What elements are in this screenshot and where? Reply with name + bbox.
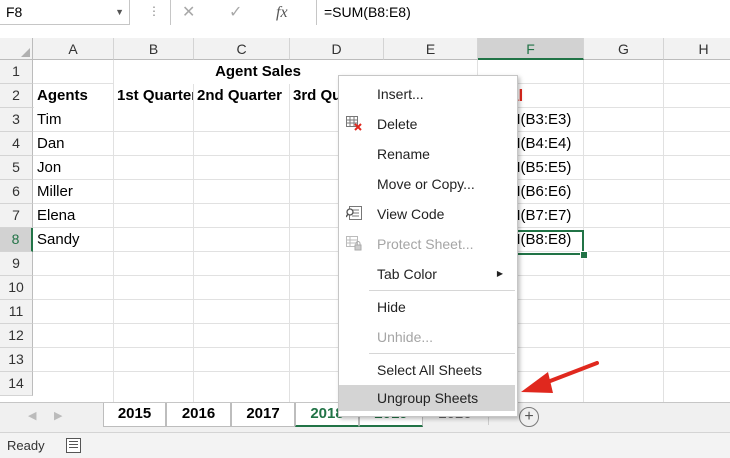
row-header-9[interactable]: 9 — [0, 252, 33, 276]
column-header-a[interactable]: A — [33, 38, 114, 60]
menu-item-view-code[interactable]: View Code — [339, 201, 515, 227]
menu-item-hide[interactable]: Hide — [339, 294, 515, 320]
name-box[interactable]: F8 ▼ — [0, 0, 130, 25]
row-header-5[interactable]: 5 — [0, 156, 33, 180]
total-formula-cell[interactable]: M(B6:E6) — [508, 180, 584, 204]
agent-cell[interactable]: Elena — [34, 204, 113, 228]
row-header-4[interactable]: 4 — [0, 132, 33, 156]
fill-handle[interactable] — [580, 251, 588, 259]
plus-icon: + — [524, 408, 534, 425]
column-header-g[interactable]: G — [584, 38, 664, 60]
menu-item-label: Tab Color — [377, 266, 437, 282]
insert-function-icon[interactable]: fx — [276, 0, 288, 25]
menu-item-unhide: Unhide... — [339, 324, 515, 350]
scroll-tabs-left-icon[interactable]: ◀ — [28, 409, 36, 422]
sheet-context-menu: Insert... Delete Rename Move or Copy... … — [338, 75, 518, 417]
menu-item-label: Hide — [377, 299, 406, 315]
row-header-12[interactable]: 12 — [0, 324, 33, 348]
header-q2[interactable]: 2nd Quarter — [194, 84, 289, 108]
view-code-icon — [346, 206, 362, 220]
formula-bar: F8 ▼ ⋮ ✕ ✓ fx =SUM(B8:E8) — [0, 0, 730, 39]
row-header-1[interactable]: 1 — [0, 60, 33, 84]
agent-cell[interactable]: Sandy — [34, 228, 113, 252]
menu-item-label: Move or Copy... — [377, 176, 475, 192]
total-formula-cell[interactable]: M(B5:E5) — [508, 156, 584, 180]
row-header-11[interactable]: 11 — [0, 300, 33, 324]
agent-cell[interactable]: Dan — [34, 132, 113, 156]
row-header-2[interactable]: 2 — [0, 84, 33, 108]
row-header-3[interactable]: 3 — [0, 108, 33, 132]
gridline — [113, 60, 114, 402]
new-sheet-button[interactable]: + — [519, 407, 539, 427]
header-agents[interactable]: Agents — [34, 84, 113, 108]
column-header-h[interactable]: H — [664, 38, 730, 60]
sheet-tab-2017[interactable]: 2017 — [231, 403, 295, 427]
menu-item-label: Insert... — [377, 86, 424, 102]
protect-sheet-icon — [346, 236, 362, 251]
agent-cell[interactable]: Miller — [34, 180, 113, 204]
menu-item-tab-color[interactable]: Tab Color ▶ — [339, 261, 515, 287]
agent-cell[interactable]: Tim — [34, 108, 113, 132]
scroll-tabs-right-icon[interactable]: ▶ — [54, 409, 62, 422]
sheet-tab-2015[interactable]: 2015 — [103, 403, 166, 427]
row-header-7[interactable]: 7 — [0, 204, 33, 228]
status-ready: Ready — [7, 438, 45, 453]
name-box-value: F8 — [6, 4, 23, 20]
column-header-d[interactable]: D — [290, 38, 384, 60]
macro-recording-icon[interactable] — [66, 438, 81, 453]
total-formula-cell[interactable]: M(B3:E3) — [508, 108, 584, 132]
enter-icon[interactable]: ✓ — [229, 0, 242, 25]
column-header-f[interactable]: F — [478, 38, 584, 60]
status-bar: Ready — [0, 432, 730, 458]
column-header-b[interactable]: B — [114, 38, 194, 60]
formula-input[interactable]: =SUM(B8:E8) — [316, 0, 730, 25]
menu-divider — [369, 290, 515, 291]
menu-item-move-or-copy[interactable]: Move or Copy... — [339, 171, 515, 197]
select-all-icon — [21, 48, 30, 57]
menu-item-label: Protect Sheet... — [377, 236, 474, 252]
column-header-c[interactable]: C — [194, 38, 290, 60]
row-header-6[interactable]: 6 — [0, 180, 33, 204]
menu-item-label: Rename — [377, 146, 430, 162]
menu-item-label: Delete — [377, 116, 418, 132]
menu-divider — [369, 353, 515, 354]
delete-sheet-icon — [346, 116, 362, 131]
menu-item-label: Unhide... — [377, 329, 434, 345]
menu-item-insert[interactable]: Insert... — [339, 81, 515, 107]
total-formula-cell[interactable]: M(B4:E4) — [508, 132, 584, 156]
menu-item-protect-sheet: Protect Sheet... — [339, 231, 515, 257]
header-q1[interactable]: 1st Quarter — [114, 84, 193, 108]
row-header-14[interactable]: 14 — [0, 372, 33, 396]
column-header-e[interactable]: E — [384, 38, 478, 60]
gridline — [193, 60, 194, 402]
agent-cell[interactable]: Jon — [34, 156, 113, 180]
chevron-down-icon[interactable]: ▼ — [115, 0, 124, 25]
row-header-8[interactable]: 8 — [0, 228, 33, 252]
menu-item-delete[interactable]: Delete — [339, 111, 515, 137]
submenu-arrow-icon: ▶ — [496, 269, 503, 278]
menu-item-rename[interactable]: Rename — [339, 141, 515, 167]
menu-item-select-all-sheets[interactable]: Select All Sheets — [339, 357, 515, 383]
menu-item-label: View Code — [377, 206, 445, 222]
menu-item-label: Ungroup Sheets — [377, 390, 479, 406]
sheet-tab-2016[interactable]: 2016 — [166, 403, 231, 427]
row-header-13[interactable]: 13 — [0, 348, 33, 372]
cancel-icon[interactable]: ✕ — [182, 0, 195, 25]
row-header-10[interactable]: 10 — [0, 276, 33, 300]
select-all-button[interactable] — [0, 38, 33, 60]
gridline — [663, 60, 664, 402]
total-formula-cell[interactable]: M(B7:E7) — [508, 204, 584, 228]
menu-item-label: Select All Sheets — [377, 362, 483, 378]
gridline — [289, 60, 290, 402]
resize-handle-icon[interactable]: ⋮ — [148, 4, 160, 18]
divider — [170, 0, 171, 25]
menu-item-ungroup-sheets[interactable]: Ungroup Sheets — [339, 385, 515, 411]
